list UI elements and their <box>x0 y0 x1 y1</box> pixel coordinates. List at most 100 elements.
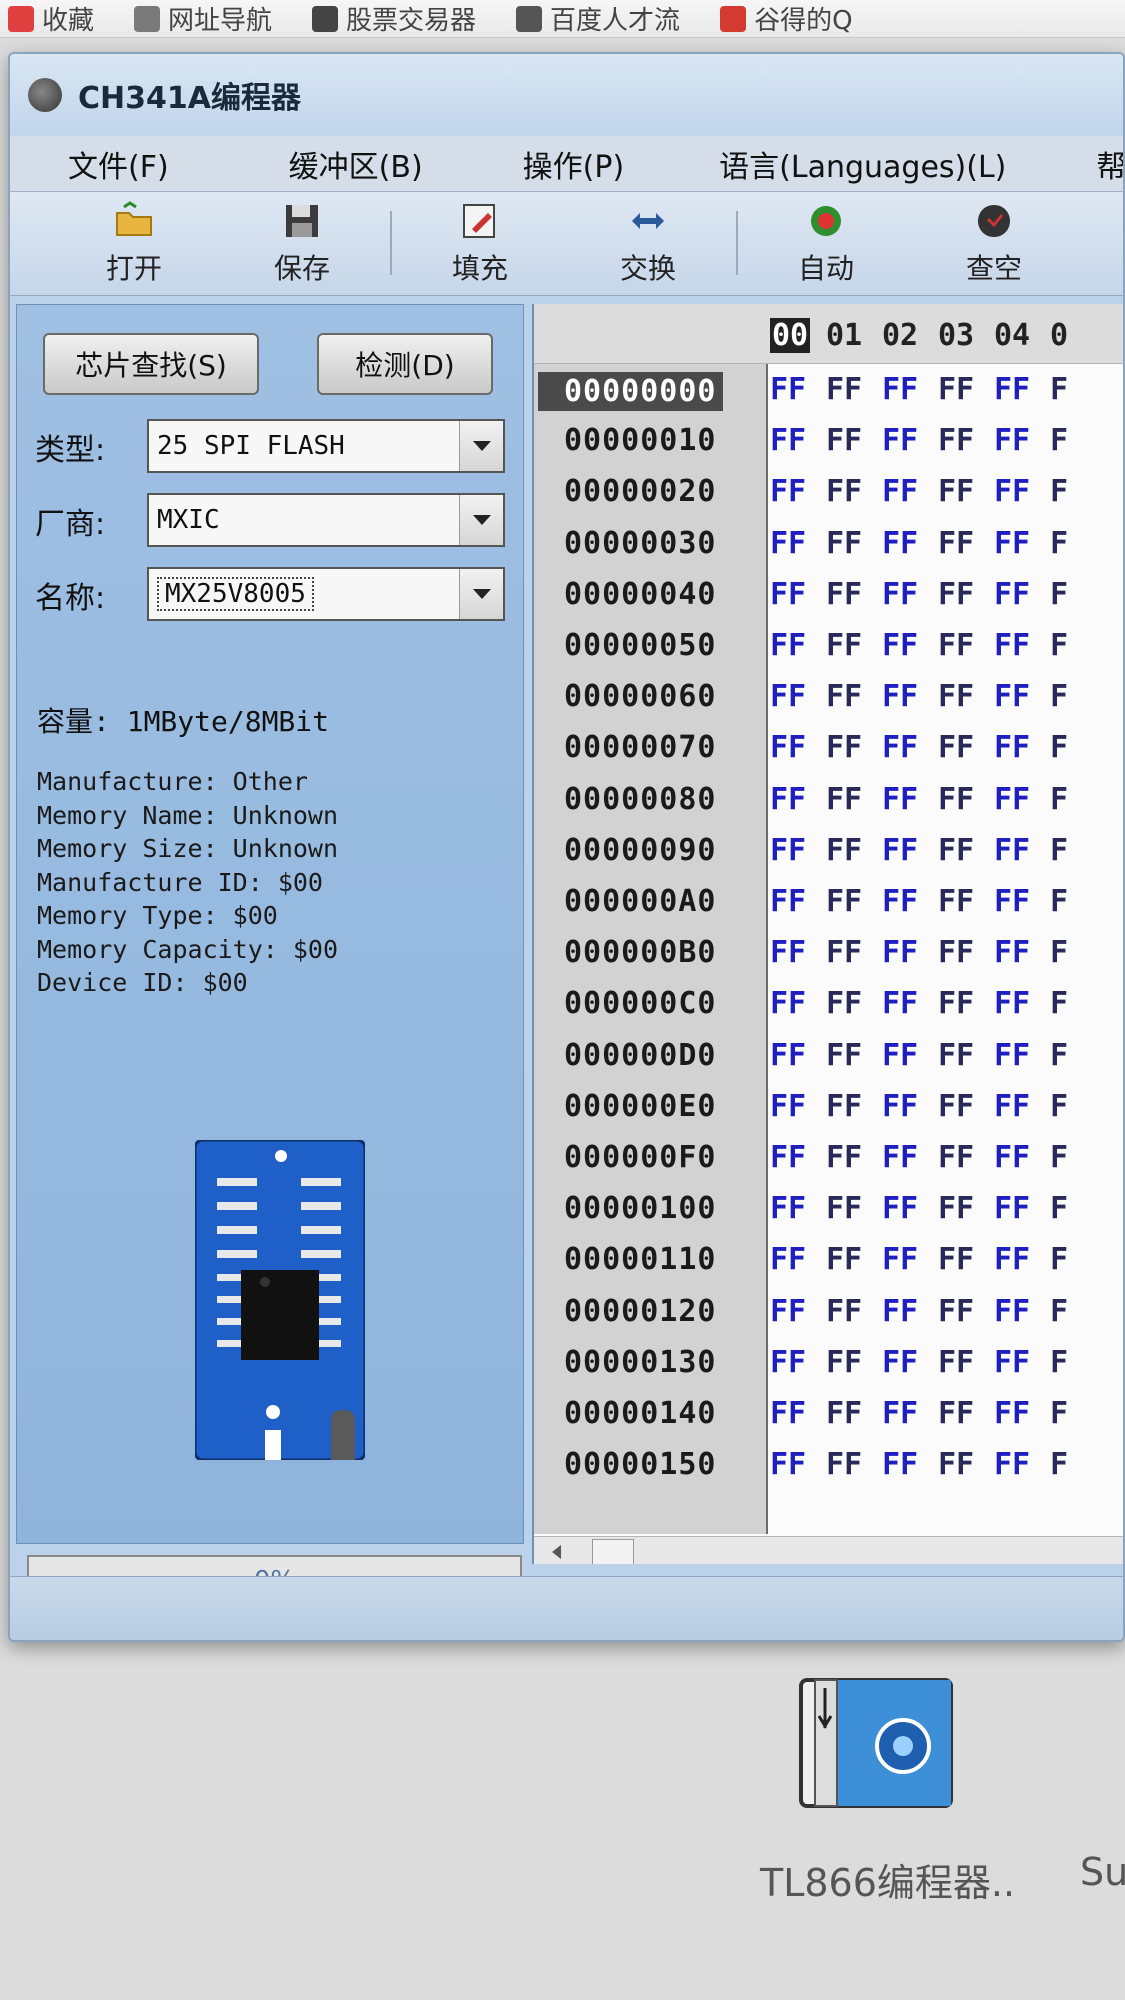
hex-row[interactable]: 000000D0 FF FF FF FF FF F <box>534 1030 1123 1081</box>
hex-cell[interactable]: FF <box>882 577 918 612</box>
hex-cell[interactable]: FF <box>770 1089 806 1124</box>
hex-cell[interactable]: F <box>1050 730 1068 765</box>
hex-cell[interactable]: FF <box>770 1294 806 1329</box>
hex-cell[interactable]: FF <box>882 730 918 765</box>
hex-row[interactable]: 00000090 FF FF FF FF FF F <box>534 825 1123 876</box>
hex-cell[interactable]: FF <box>770 782 806 817</box>
hex-cell[interactable]: FF <box>938 833 974 868</box>
chevron-down-icon[interactable] <box>459 495 503 545</box>
hex-cell[interactable]: F <box>1050 1140 1068 1175</box>
hex-cell[interactable]: FF <box>882 1191 918 1226</box>
hex-cell[interactable]: FF <box>826 884 862 919</box>
horizontal-scrollbar[interactable] <box>534 1536 1123 1564</box>
hex-cell[interactable]: FF <box>938 1140 974 1175</box>
hex-row[interactable]: 00000080 FF FF FF FF FF F <box>534 774 1123 825</box>
hex-cell[interactable]: FF <box>994 1038 1030 1073</box>
hex-cell[interactable]: FF <box>994 1447 1030 1482</box>
desktop-icon-tl866[interactable]: TL866编程器.. <box>760 1670 1015 1907</box>
hex-cell[interactable]: F <box>1050 1447 1068 1482</box>
hex-row[interactable]: 00000020 FF FF FF FF FF F <box>534 466 1123 517</box>
hex-cell[interactable]: FF <box>770 1242 806 1277</box>
hex-cell[interactable]: FF <box>882 526 918 561</box>
hex-cell[interactable]: FF <box>882 1345 918 1380</box>
hex-cell[interactable]: FF <box>994 1191 1030 1226</box>
hex-cell[interactable]: FF <box>882 423 918 458</box>
hex-cell[interactable]: FF <box>994 986 1030 1021</box>
hex-cell[interactable]: FF <box>770 1140 806 1175</box>
hex-row[interactable]: 00000000 FF FF FF FF FF F <box>534 364 1123 415</box>
hex-cell[interactable]: FF <box>938 1191 974 1226</box>
hex-cell[interactable]: FF <box>770 1191 806 1226</box>
hex-row[interactable]: 00000110 FF FF FF FF FF F <box>534 1234 1123 1285</box>
hex-cell[interactable]: FF <box>882 628 918 663</box>
hex-row[interactable]: 00000040 FF FF FF FF FF F <box>534 569 1123 620</box>
hex-cell[interactable]: FF <box>882 884 918 919</box>
hex-cell[interactable]: FF <box>826 679 862 714</box>
hex-row[interactable]: 00000100 FF FF FF FF FF F <box>534 1183 1123 1234</box>
hex-cell[interactable]: FF <box>770 526 806 561</box>
hex-cell[interactable]: FF <box>938 1396 974 1431</box>
hex-cell[interactable]: FF <box>994 833 1030 868</box>
hex-cell[interactable]: FF <box>994 1396 1030 1431</box>
hex-cell[interactable]: FF <box>770 1396 806 1431</box>
hex-cell[interactable]: FF <box>994 577 1030 612</box>
hex-cell[interactable]: FF <box>826 1140 862 1175</box>
hex-cell[interactable]: FF <box>826 1294 862 1329</box>
hex-cell[interactable]: FF <box>882 679 918 714</box>
vendor-select[interactable]: MXIC <box>147 493 505 547</box>
hex-cell[interactable]: F <box>1050 628 1068 663</box>
hex-cell[interactable]: FF <box>994 1345 1030 1380</box>
hex-cell[interactable]: FF <box>826 526 862 561</box>
hex-cell[interactable]: FF <box>882 833 918 868</box>
hex-cell[interactable]: FF <box>826 1191 862 1226</box>
hex-cell[interactable]: FF <box>826 1345 862 1380</box>
hex-cell[interactable]: FF <box>994 730 1030 765</box>
hex-cell[interactable]: FF <box>882 782 918 817</box>
hex-cell[interactable]: FF <box>882 1242 918 1277</box>
hex-cell[interactable]: FF <box>826 935 862 970</box>
hex-cell[interactable]: FF <box>994 782 1030 817</box>
chevron-down-icon[interactable] <box>459 569 503 619</box>
hex-cell[interactable]: FF <box>770 628 806 663</box>
hex-cell[interactable]: FF <box>882 372 918 407</box>
hex-cell[interactable]: FF <box>770 577 806 612</box>
hex-cell[interactable]: FF <box>882 1294 918 1329</box>
hex-cell[interactable]: F <box>1050 577 1068 612</box>
hex-row[interactable]: 00000150 FF FF FF FF FF F <box>534 1439 1123 1490</box>
hex-cell[interactable]: F <box>1050 1396 1068 1431</box>
scrollbar-thumb[interactable] <box>592 1539 634 1564</box>
find-chip-button[interactable]: 芯片查找(S) <box>43 333 259 395</box>
hex-cell[interactable]: FF <box>770 884 806 919</box>
hex-cell[interactable]: FF <box>826 1089 862 1124</box>
hex-cell[interactable]: FF <box>994 372 1030 407</box>
hex-cell[interactable]: FF <box>882 1140 918 1175</box>
title-bar[interactable]: CH341A编程器 <box>10 54 1123 136</box>
hex-cell[interactable]: FF <box>826 833 862 868</box>
scroll-left-icon[interactable] <box>552 1545 561 1559</box>
hex-row[interactable]: 00000130 FF FF FF FF FF F <box>534 1337 1123 1388</box>
hex-cell[interactable]: FF <box>826 372 862 407</box>
hex-cell[interactable]: FF <box>938 526 974 561</box>
hex-cell[interactable]: FF <box>882 1396 918 1431</box>
hex-cell[interactable]: FF <box>938 1345 974 1380</box>
hex-cell[interactable]: FF <box>826 1242 862 1277</box>
hex-cell[interactable]: FF <box>770 986 806 1021</box>
hex-row[interactable]: 00000070 FF FF FF FF FF F <box>534 722 1123 773</box>
hex-cell[interactable]: FF <box>826 577 862 612</box>
hex-row[interactable]: 00000050 FF FF FF FF FF F <box>534 620 1123 671</box>
hex-cell[interactable]: FF <box>994 474 1030 509</box>
hex-cell[interactable]: FF <box>826 986 862 1021</box>
hex-cell[interactable]: FF <box>938 1089 974 1124</box>
hex-cell[interactable]: FF <box>994 1294 1030 1329</box>
hex-cell[interactable]: FF <box>826 1038 862 1073</box>
hex-cell[interactable]: F <box>1050 679 1068 714</box>
fill-button[interactable]: 填充 <box>396 201 564 287</box>
hex-cell[interactable]: FF <box>770 474 806 509</box>
hex-cell[interactable]: F <box>1050 1294 1068 1329</box>
swap-button[interactable]: 交换 <box>564 201 732 287</box>
hex-cell[interactable]: FF <box>994 423 1030 458</box>
hex-cell[interactable]: FF <box>938 884 974 919</box>
hex-cell[interactable]: FF <box>826 782 862 817</box>
menu-language[interactable]: 语言(Languages)(L) <box>624 142 1006 186</box>
hex-row[interactable]: 00000140 FF FF FF FF FF F <box>534 1388 1123 1439</box>
